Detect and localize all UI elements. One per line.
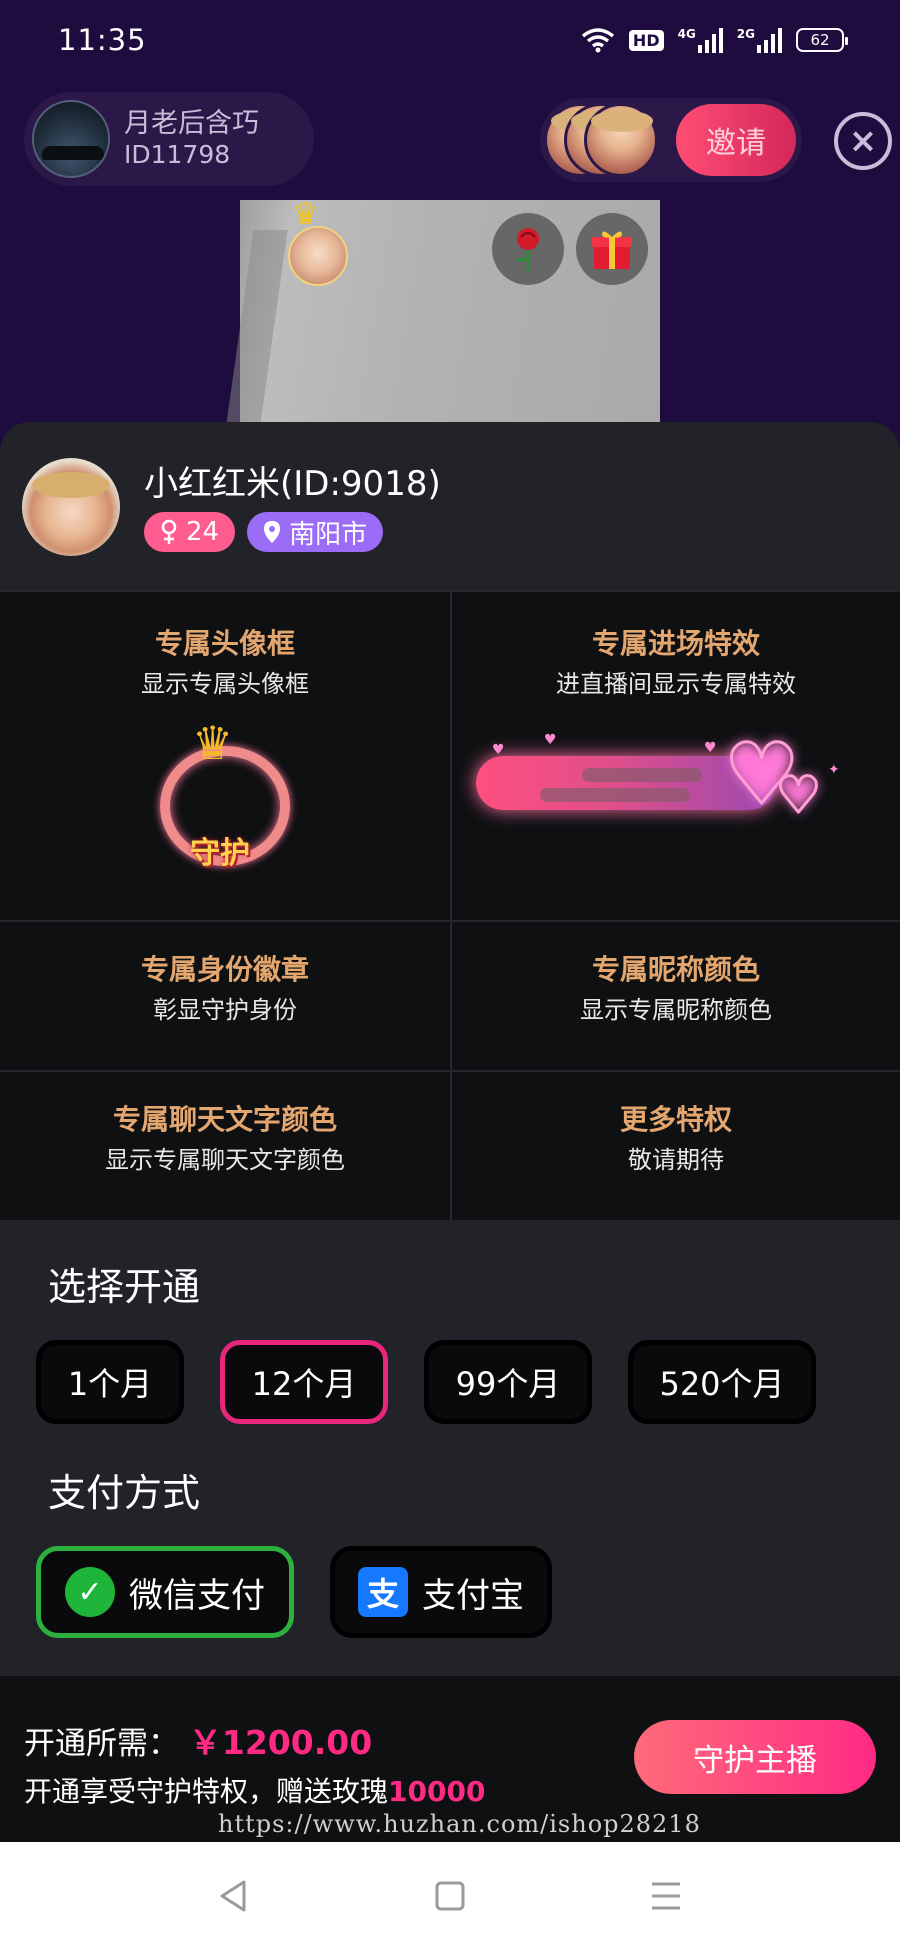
privilege-title: 专属聊天文字颜色 xyxy=(112,1103,337,1136)
rose-icon xyxy=(516,228,539,271)
privilege-title: 专属身份徽章 xyxy=(140,953,309,986)
menu-icon[interactable] xyxy=(646,1876,686,1916)
duration-option-1[interactable]: 1个月 xyxy=(36,1340,184,1424)
guard-anchor-button[interactable]: 守护主播 xyxy=(634,1720,876,1794)
privilege-title: 更多特权 xyxy=(619,1103,732,1136)
bonus-text: 开通享受守护特权，赠送玫瑰 xyxy=(24,1775,389,1808)
system-nav-bar xyxy=(0,1842,900,1950)
wechat-icon: ✓ xyxy=(65,1567,115,1617)
signal-4g-icon: 4G xyxy=(678,27,723,53)
sparkle-icon: ♥ xyxy=(492,742,505,758)
privilege-desc: 敬请期待 xyxy=(628,1146,724,1174)
gift-button[interactable] xyxy=(576,213,648,285)
battery-icon: 62 xyxy=(796,28,848,52)
privilege-nickname-color: 专属昵称颜色 显示专属昵称颜色 xyxy=(452,922,900,1072)
anchor-info: 小红红米(ID:9018) 24 南阳市 xyxy=(22,458,441,556)
city-text: 南阳市 xyxy=(289,519,368,550)
privileges-grid: 专属头像框 显示专属头像框 ♛ 守护 专属进场特效 进直播间显示专属特效 ♥ ♥… xyxy=(0,590,900,1222)
privilege-chat-color: 专属聊天文字颜色 显示专属聊天文字颜色 xyxy=(0,1072,452,1222)
gender-age-badge: 24 xyxy=(144,512,236,552)
alipay-icon: 支 xyxy=(358,1567,408,1617)
privilege-desc: 显示专属头像框 xyxy=(141,670,309,698)
location-pin-icon xyxy=(264,521,281,543)
alipay-option[interactable]: 支 支付宝 xyxy=(330,1546,552,1638)
close-icon[interactable]: × xyxy=(834,112,892,170)
video-preview[interactable]: ♛ xyxy=(240,200,660,424)
watermark: https://www.huzhan.com/ishop28218 xyxy=(218,1810,701,1838)
duration-option-12[interactable]: 12个月 xyxy=(220,1340,388,1424)
guard-sheet: 小红红米(ID:9018) 24 南阳市 专属头像框 显示专属头像框 ♛ 守护 … xyxy=(0,422,900,1842)
rose-button[interactable] xyxy=(492,213,564,285)
privilege-title: 专属进场特效 xyxy=(591,627,760,660)
host-name: 月老后含巧 xyxy=(124,108,259,139)
rose-count: 10000 xyxy=(388,1775,486,1808)
privilege-desc: 彰显守护身份 xyxy=(153,996,297,1024)
city-badge: 南阳市 xyxy=(247,512,384,552)
privilege-desc: 显示专属聊天文字颜色 xyxy=(105,1146,345,1174)
price-value: ￥1200.00 xyxy=(188,1723,373,1762)
guard-avatar[interactable] xyxy=(288,226,348,286)
cost-line: 开通所需： ￥1200.00 xyxy=(24,1716,372,1764)
bonus-line: 开通享受守护特权，赠送玫瑰10000 xyxy=(24,1770,485,1810)
host-text: 月老后含巧 ID11798 xyxy=(124,108,259,170)
signal-2g-icon: 2G xyxy=(737,27,782,53)
age-text: 24 xyxy=(186,517,220,547)
clock: 11:35 xyxy=(58,23,147,57)
duration-option-520[interactable]: 520个月 xyxy=(628,1340,816,1424)
host-avatar[interactable] xyxy=(32,100,110,178)
privilege-desc: 进直播间显示专属特效 xyxy=(556,670,796,698)
home-icon[interactable] xyxy=(430,1876,470,1916)
privilege-entry-effect: 专属进场特效 进直播间显示专属特效 ♥ ♥ ♥ ♥ ♥ ✦ xyxy=(452,592,900,922)
hd-badge: HD xyxy=(628,29,664,51)
privilege-desc: 显示专属昵称颜色 xyxy=(580,996,772,1024)
anchor-avatar[interactable] xyxy=(22,458,120,556)
host-info[interactable]: 月老后含巧 ID11798 xyxy=(24,92,314,186)
back-icon[interactable] xyxy=(214,1876,254,1916)
status-icons: HD 4G 2G 62 xyxy=(581,27,848,53)
sparkle-icon: ♥ xyxy=(544,732,557,748)
entry-effect-preview: ♥ ♥ ♥ ♥ ♥ ✦ xyxy=(476,731,866,832)
avatar-frame-preview: ♛ 守护 xyxy=(140,720,310,880)
guard-tag: 守护 xyxy=(190,836,250,871)
crown-icon: ♛ xyxy=(292,197,319,232)
duration-title: 选择开通 xyxy=(48,1265,201,1309)
sparkle-icon: ✦ xyxy=(828,762,840,778)
viewers-pill: 邀请 xyxy=(540,98,802,182)
anchor-details: 小红红米(ID:9018) 24 南阳市 xyxy=(144,462,441,552)
gift-icon xyxy=(592,231,632,269)
status-bar: 11:35 HD 4G 2G 62 xyxy=(0,0,900,80)
invite-button[interactable]: 邀请 xyxy=(676,104,796,176)
privilege-avatar-frame: 专属头像框 显示专属头像框 ♛ 守护 xyxy=(0,592,452,922)
privilege-more: 更多特权 敬请期待 xyxy=(452,1072,900,1222)
privilege-title: 专属昵称颜色 xyxy=(591,953,760,986)
privilege-badge: 专属身份徽章 彰显守护身份 xyxy=(0,922,452,1072)
wifi-icon xyxy=(581,28,615,53)
anchor-badges: 24 南阳市 xyxy=(144,512,441,552)
host-id: ID11798 xyxy=(124,140,231,169)
viewer-avatar[interactable] xyxy=(584,103,658,177)
anchor-name: 小红红米(ID:9018) xyxy=(144,464,441,504)
crown-icon: ♛ xyxy=(192,716,234,770)
entry-placeholder-line xyxy=(582,768,702,782)
wechat-pay-label: 微信支付 xyxy=(129,1575,265,1616)
heart-icon: ♥ xyxy=(775,766,823,824)
entry-placeholder-line xyxy=(540,788,690,802)
payment-title: 支付方式 xyxy=(48,1471,201,1515)
alipay-label: 支付宝 xyxy=(422,1575,524,1616)
duration-option-99[interactable]: 99个月 xyxy=(424,1340,592,1424)
wechat-pay-option[interactable]: ✓ 微信支付 xyxy=(36,1546,294,1638)
privilege-title: 专属头像框 xyxy=(154,627,295,660)
female-icon xyxy=(161,519,177,544)
sparkle-icon: ♥ xyxy=(704,740,717,756)
cost-label: 开通所需： xyxy=(24,1726,179,1762)
